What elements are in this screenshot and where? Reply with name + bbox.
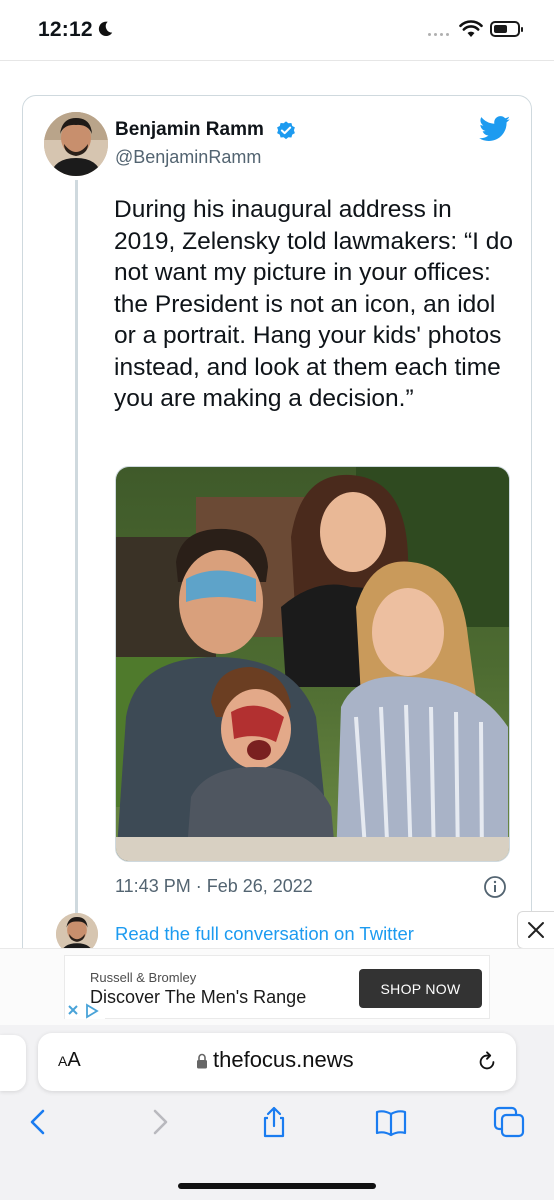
divider <box>0 60 554 61</box>
ad-unit[interactable]: Russell & Bromley Discover The Men's Ran… <box>64 955 490 1019</box>
author-name[interactable]: Benjamin Ramm <box>115 119 264 141</box>
tabs-icon[interactable] <box>492 1105 526 1139</box>
author-handle[interactable]: @BenjaminRamm <box>115 147 261 168</box>
status-time: 12:12 <box>38 18 93 41</box>
twitter-logo-icon[interactable] <box>479 116 511 142</box>
url-text[interactable]: thefocus.news <box>213 1047 354 1073</box>
verified-icon <box>277 121 295 140</box>
close-icon <box>528 922 544 938</box>
ad-close-button[interactable] <box>517 911 554 949</box>
wifi-icon <box>459 20 483 37</box>
home-indicator <box>178 1183 376 1189</box>
tweet-text: During his inaugural address in 2019, Ze… <box>114 196 513 412</box>
adchoices-icon[interactable] <box>65 1003 105 1019</box>
ad-headline[interactable]: Discover The Men's Range <box>90 987 306 1008</box>
address-bar[interactable]: AA thefocus.news <box>38 1033 516 1091</box>
tweet-card[interactable]: Benjamin Ramm @BenjaminRamm During his i… <box>22 95 532 995</box>
read-full-conversation-link[interactable]: Read the full conversation on Twitter <box>115 923 414 945</box>
browser-toolbar: AA thefocus.news <box>0 1025 554 1200</box>
reader-aa-button[interactable]: AA <box>58 1049 81 1072</box>
share-icon[interactable] <box>257 1105 291 1139</box>
ad-brand: Russell & Bromley <box>90 970 197 985</box>
bookmarks-icon[interactable] <box>374 1105 408 1139</box>
thread-line <box>75 180 78 986</box>
moon-icon <box>98 21 113 37</box>
forward-icon[interactable] <box>142 1105 176 1139</box>
reload-icon[interactable] <box>476 1051 498 1073</box>
tweet-timestamp[interactable]: 11:43 PM · Feb 26, 2022 <box>115 876 313 897</box>
shop-now-button[interactable]: SHOP NOW <box>359 969 482 1008</box>
cellular-signal-icon <box>428 33 449 36</box>
avatar[interactable] <box>44 112 108 176</box>
battery-icon <box>490 21 523 37</box>
info-icon[interactable] <box>483 875 507 899</box>
status-bar: 12:12 <box>0 0 554 60</box>
back-icon[interactable] <box>22 1105 56 1139</box>
tweet-photo[interactable] <box>115 466 510 862</box>
ad-banner: Russell & Bromley Discover The Men's Ran… <box>0 948 554 1026</box>
lock-icon <box>197 1053 207 1069</box>
previous-tab-edge[interactable] <box>0 1035 26 1091</box>
